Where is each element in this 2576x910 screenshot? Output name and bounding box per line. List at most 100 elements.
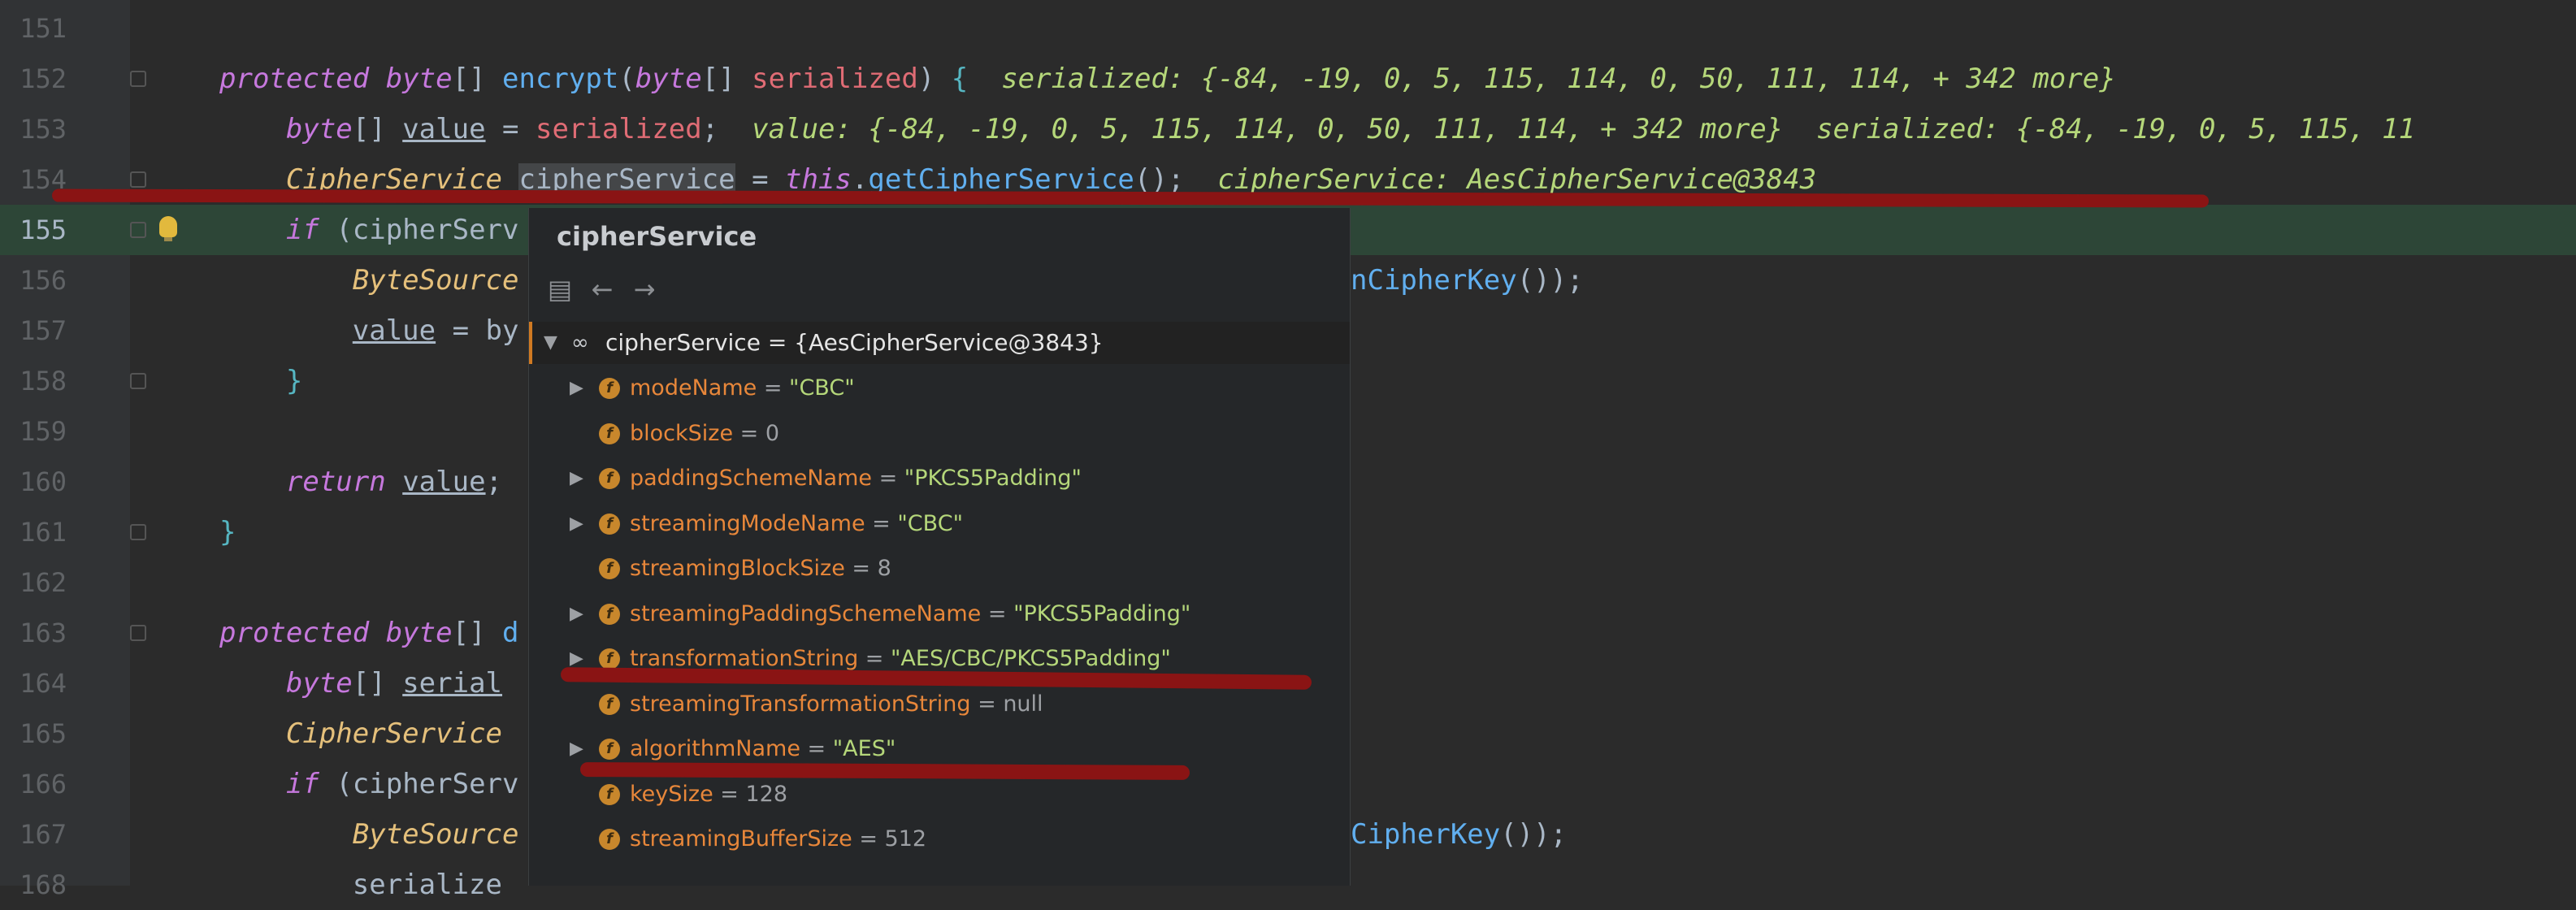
line-number[interactable]: 155 bbox=[0, 205, 67, 255]
line-number[interactable]: 153 bbox=[0, 104, 67, 154]
line-number[interactable]: 166 bbox=[0, 759, 67, 809]
line-number[interactable]: 160 bbox=[0, 457, 67, 507]
field-row-streamingBlockSize[interactable]: f streamingBlockSize = 8 bbox=[529, 546, 1350, 592]
field-value: "PKCS5Padding" bbox=[1013, 600, 1191, 626]
line-number[interactable]: 151 bbox=[0, 3, 67, 54]
expand-triangle-icon[interactable]: ▶ bbox=[570, 592, 583, 637]
code-text: byte[] value = serialized; value: {-84, … bbox=[219, 104, 2415, 154]
expand-triangle-icon[interactable]: ▶ bbox=[570, 501, 583, 547]
field-row-paddingSchemeName[interactable]: ▶ f paddingSchemeName = "PKCS5Padding" bbox=[529, 456, 1350, 501]
field-row-streamingPaddingSchemeName[interactable]: ▶ f streamingPaddingSchemeName = "PKCS5Pad… bbox=[529, 592, 1350, 637]
code-line[interactable]: 153 byte[] value = serialized; value: {-… bbox=[0, 104, 2576, 154]
code-token: { bbox=[951, 63, 969, 95]
fold-marker-icon[interactable] bbox=[130, 171, 146, 188]
field-name: streamingTransformationString = null bbox=[630, 682, 1043, 727]
field-name-text: transformationString bbox=[630, 646, 859, 671]
code-token: ( bbox=[618, 63, 635, 95]
field-row-modeName[interactable]: ▶ f modeName = "CBC" bbox=[529, 366, 1350, 411]
code-token: serialized bbox=[752, 63, 918, 95]
navigate-icon[interactable]: ▤ bbox=[545, 275, 575, 304]
code-token: ) bbox=[917, 63, 952, 95]
line-number[interactable]: 156 bbox=[0, 255, 67, 306]
line-number[interactable]: 162 bbox=[0, 557, 67, 608]
fold-marker-icon[interactable] bbox=[130, 71, 146, 87]
field-value: 8 bbox=[877, 556, 891, 581]
code-token: [] bbox=[701, 63, 752, 95]
code-token: ; bbox=[701, 113, 719, 145]
code-token: (cipherServ bbox=[319, 768, 519, 800]
code-text: byte[] serial bbox=[219, 658, 502, 708]
code-token: = by bbox=[436, 314, 519, 347]
line-number[interactable]: 161 bbox=[0, 507, 67, 557]
code-token: ()); bbox=[1516, 264, 1584, 297]
field-value: "AES" bbox=[832, 736, 896, 761]
line-number[interactable]: 159 bbox=[0, 406, 67, 457]
field-icon: f bbox=[599, 603, 620, 625]
inline-debug-value: value: {-84, -19, 0, 5, 115, 114, 0, 50,… bbox=[718, 113, 2416, 145]
field-icon: f bbox=[599, 513, 620, 535]
field-name-text: streamingBlockSize bbox=[630, 556, 845, 581]
field-row-streamingBufferSize[interactable]: f streamingBufferSize = 512 bbox=[529, 817, 1350, 862]
lightbulb-icon[interactable] bbox=[159, 216, 177, 241]
code-token: [] bbox=[452, 617, 503, 649]
inline-debug-value: serialized: {-84, -19, 0, 5, 115, 114, 0… bbox=[968, 63, 2116, 95]
field-value: "CBC" bbox=[897, 510, 963, 536]
code-token: value bbox=[402, 113, 486, 145]
field-icon: f bbox=[599, 468, 620, 489]
line-number[interactable]: 163 bbox=[0, 608, 67, 658]
popup-title: cipherService bbox=[557, 221, 757, 252]
fold-marker-icon[interactable] bbox=[130, 373, 146, 389]
field-row-streamingModeName[interactable]: ▶ f streamingModeName = "CBC" bbox=[529, 501, 1350, 547]
field-name-text: modeName bbox=[630, 375, 757, 401]
fold-marker-icon[interactable] bbox=[130, 524, 146, 540]
code-text: value = by bbox=[219, 306, 519, 356]
line-number[interactable]: 152 bbox=[0, 54, 67, 104]
fold-marker-icon[interactable] bbox=[130, 625, 146, 641]
tree-root-node[interactable]: ▼ ∞ cipherService = {AesCipherService@38… bbox=[529, 322, 1350, 364]
forward-arrow-icon[interactable]: → bbox=[630, 275, 659, 304]
code-token: ByteSource bbox=[352, 264, 519, 297]
field-row-blockSize[interactable]: f blockSize = 0 bbox=[529, 411, 1350, 457]
code-token: byte bbox=[385, 63, 453, 95]
fold-marker-icon[interactable] bbox=[130, 222, 146, 238]
field-name-text: algorithmName bbox=[630, 736, 800, 761]
code-text: protected byte[] d bbox=[219, 608, 519, 658]
line-number[interactable]: 164 bbox=[0, 658, 67, 708]
field-name: streamingPaddingSchemeName = "PKCS5Paddi… bbox=[630, 592, 1190, 637]
field-name: blockSize = 0 bbox=[630, 411, 779, 457]
code-token: d bbox=[502, 617, 519, 649]
equals-sign: = bbox=[970, 691, 1004, 717]
code-text: serialize bbox=[219, 860, 502, 910]
code-line[interactable]: 151 bbox=[0, 3, 2576, 54]
field-icon: f bbox=[599, 558, 620, 579]
collapse-triangle-icon[interactable]: ▼ bbox=[544, 322, 557, 364]
field-name-text: blockSize bbox=[630, 420, 734, 446]
expand-triangle-icon[interactable]: ▶ bbox=[570, 366, 583, 411]
field-name-text: streamingTransformationString bbox=[630, 691, 971, 717]
code-line[interactable]: 152 protected byte[] encrypt(byte[] seria… bbox=[0, 54, 2576, 104]
field-icon: f bbox=[599, 378, 620, 399]
back-arrow-icon[interactable]: ← bbox=[588, 275, 617, 304]
code-token: (); bbox=[1134, 163, 1185, 196]
code-token: serial bbox=[402, 667, 503, 700]
line-number[interactable]: 165 bbox=[0, 708, 67, 759]
line-number[interactable]: 157 bbox=[0, 306, 67, 356]
code-token: value bbox=[352, 314, 436, 347]
expand-triangle-icon[interactable]: ▶ bbox=[570, 456, 583, 501]
code-text: CipherService bbox=[219, 708, 502, 759]
code-token: ()); bbox=[1500, 818, 1568, 851]
code-token: = bbox=[485, 113, 536, 145]
field-value: "CBC" bbox=[789, 375, 855, 401]
field-name: paddingSchemeName = "PKCS5Padding" bbox=[630, 456, 1082, 501]
line-number[interactable]: 168 bbox=[0, 860, 67, 910]
equals-sign: = bbox=[872, 466, 904, 491]
field-value: null bbox=[1003, 691, 1043, 717]
debugger-value-popup[interactable]: cipherService ▤ ← → ▼ ∞ cipherService = … bbox=[528, 208, 1351, 886]
line-number[interactable]: 158 bbox=[0, 356, 67, 406]
line-number[interactable]: 167 bbox=[0, 809, 67, 860]
